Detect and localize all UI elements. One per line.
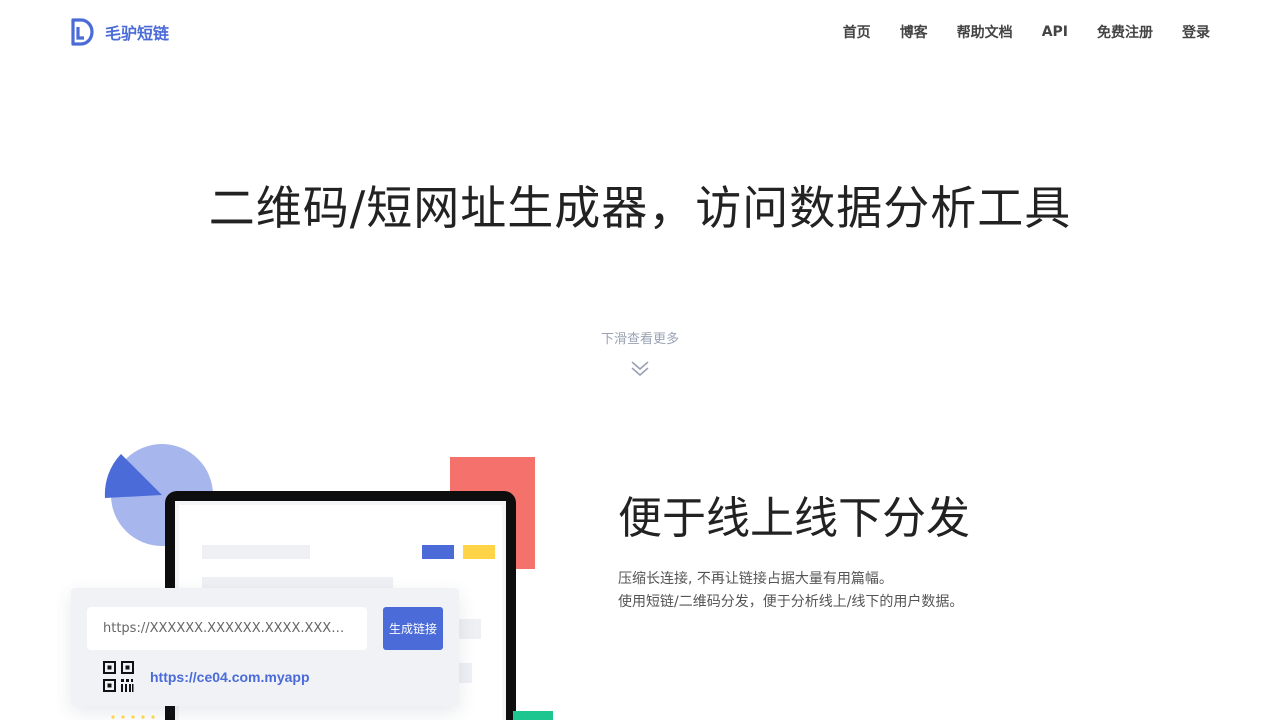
long-url-input[interactable]: https://XXXXXX.XXXXXX.XXXX.XXXX... [87, 607, 367, 650]
short-link-result[interactable]: https://ce04.com.myapp [150, 669, 310, 685]
feature-desc-line: 压缩长连接, 不再让链接占据大量有用篇幅。 [618, 571, 893, 587]
nav-api[interactable]: API [1042, 24, 1068, 40]
hero-title: 二维码/短网址生成器，访问数据分析工具 [208, 181, 1072, 235]
feature-title: 便于线上线下分发 [618, 493, 970, 544]
decor-green-block [513, 711, 553, 720]
nav-login[interactable]: 登录 [1182, 22, 1210, 42]
nav-home[interactable]: 首页 [843, 22, 871, 42]
brand-logo[interactable]: 毛驴短链 [70, 18, 169, 46]
shorten-card: https://XXXXXX.XXXXXX.XXXX.XXXX... 生成链接 … [71, 588, 459, 706]
decor-blue-chip [422, 545, 454, 559]
decor-dots [111, 715, 155, 719]
feature-illustration: https://XXXXXX.XXXXXX.XXXX.XXXX... 生成链接 … [0, 430, 570, 720]
decor-yellow-chip [463, 545, 495, 559]
placeholder-bar [202, 545, 310, 559]
qr-code-icon[interactable] [103, 661, 134, 692]
brand-name: 毛驴短链 [105, 24, 170, 43]
d-logo-icon [71, 18, 94, 46]
feature-description: 压缩长连接, 不再让链接占据大量有用篇幅。 使用短链/二维码分发，便于分析线上/… [618, 568, 963, 614]
nav-register[interactable]: 免费注册 [1097, 22, 1153, 42]
main-nav: 首页 博客 帮助文档 API 免费注册 登录 [843, 22, 1210, 42]
feature-desc-line: 使用短链/二维码分发，便于分析线上/线下的用户数据。 [618, 594, 964, 610]
nav-docs[interactable]: 帮助文档 [957, 22, 1013, 42]
generate-link-button[interactable]: 生成链接 [383, 607, 443, 650]
scroll-hint-text[interactable]: 下滑查看更多 [0, 328, 1280, 347]
header: 毛驴短链 首页 博客 帮助文档 API 免费注册 登录 [0, 0, 1280, 64]
double-chevron-down-icon[interactable] [629, 358, 651, 380]
nav-blog[interactable]: 博客 [900, 22, 928, 42]
